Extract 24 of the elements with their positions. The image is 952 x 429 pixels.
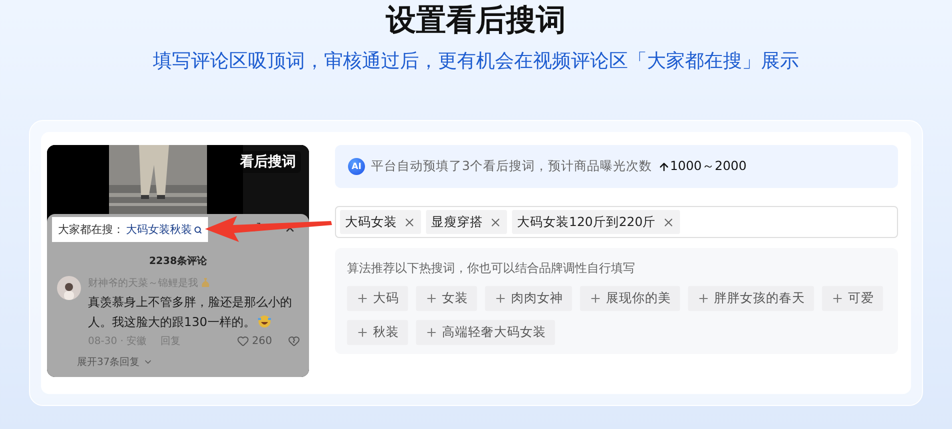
suggestion-chip[interactable]: 秋装: [347, 320, 408, 345]
suggestion-chip[interactable]: 大码: [347, 286, 408, 311]
comment-text: 真羡慕身上不管多胖，脸还是那么小的人。我这脸大的跟130一样的。: [88, 294, 293, 331]
search-query: 大码女装秋装: [126, 222, 192, 237]
search-label: 大家都在搜：: [58, 222, 124, 237]
suggestions-hint: 算法推荐以下热搜词，你也可以结合品牌调性自行填写: [347, 260, 636, 277]
search-bar[interactable]: 大家都在搜： 大码女装秋装: [52, 217, 208, 242]
suggestion-chip[interactable]: 高端轻奢大码女装: [416, 320, 555, 345]
comment-count: 2238条评论: [148, 254, 208, 268]
suggestion-chip[interactable]: 可爱: [822, 286, 883, 311]
page-subtitle: 填写评论区吸顶词，审核通过后，更有机会在视频评论区「大家都在搜」展示: [153, 49, 799, 74]
exposure-range: 1000～2000: [670, 158, 747, 175]
suggestion-chip[interactable]: 女装: [416, 286, 477, 311]
search-term-input[interactable]: 大码女装 显瘦穿搭 大码女装120斤到220斤: [335, 206, 898, 238]
suggestion-chip[interactable]: 展现你的美: [580, 286, 680, 311]
suggestion-chip[interactable]: 肉肉女神: [485, 286, 572, 311]
page-title: 设置看后搜词: [386, 2, 566, 40]
banner-text: 平台自动预填了3个看后搜词，预计商品曝光次数: [371, 158, 652, 175]
term-tag: 大码女装120斤到220斤: [512, 210, 680, 234]
suggestion-chip[interactable]: 胖胖女孩的春天: [688, 286, 814, 311]
term-tag: 大码女装: [340, 210, 421, 234]
like-count: 260: [252, 335, 272, 347]
ai-badge: AI: [348, 158, 365, 175]
term-tag: 显瘦穿搭: [426, 210, 507, 234]
